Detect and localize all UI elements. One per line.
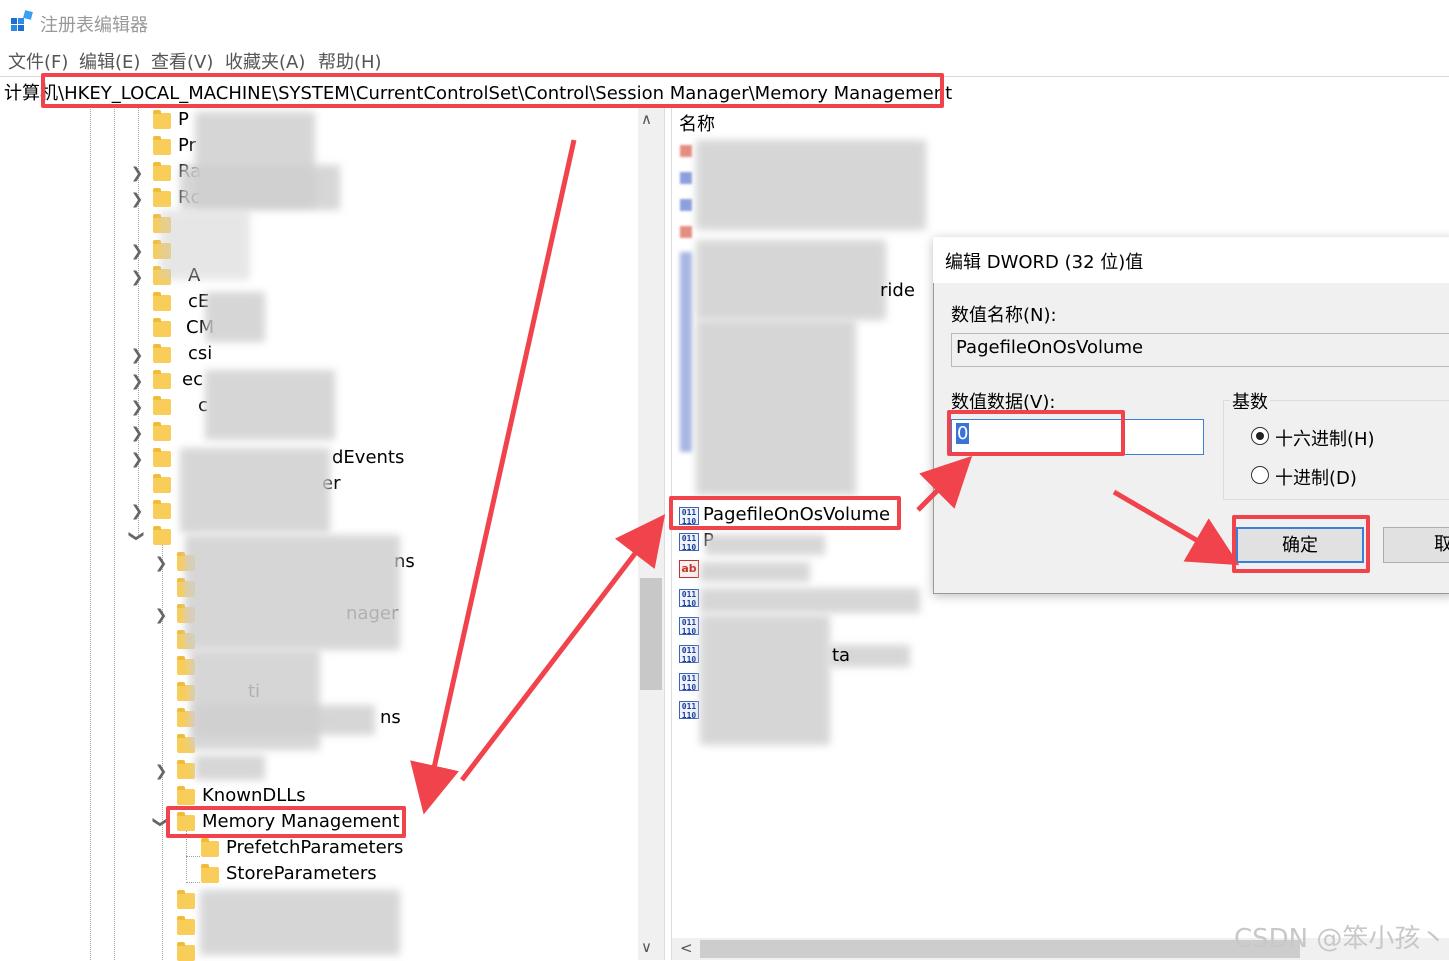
arrow-to-value [460,514,666,782]
arrow-to-ok [1112,489,1240,566]
arrow-to-data [916,455,973,512]
watermark: CSDN @笨小孩丶 [1234,924,1447,954]
annotation-arrows [410,139,1240,815]
arrow-to-memory-management [410,139,577,815]
